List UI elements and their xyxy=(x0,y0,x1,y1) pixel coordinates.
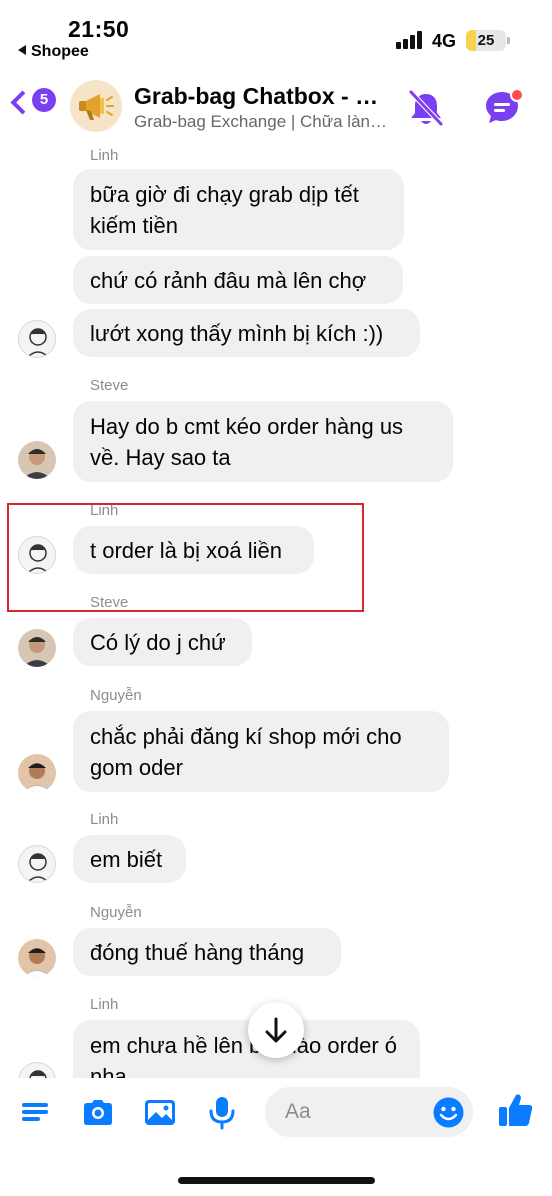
group-avatar[interactable] xyxy=(70,80,122,132)
message-list[interactable]: Linh bữa giờ đi chạy grab dịp tết kiếm t… xyxy=(0,144,552,1078)
battery-percent: 25 xyxy=(477,32,495,49)
status-time: 21:50 xyxy=(68,16,130,42)
threads-button[interactable] xyxy=(482,86,526,130)
message-bubble[interactable]: chứ có rảnh đâu mà lên chợ xyxy=(73,256,403,304)
message-bubble[interactable]: đóng thuế hàng tháng xyxy=(73,928,341,976)
avatar-steve[interactable] xyxy=(18,441,56,479)
status-bar: 21:50 Shopee 4G 25 xyxy=(0,0,552,66)
sender-name: Linh xyxy=(90,811,119,828)
back-button[interactable]: 5 xyxy=(10,86,60,126)
image-icon xyxy=(145,1100,175,1125)
back-triangle-icon xyxy=(18,45,26,55)
sender-name: Nguyễn xyxy=(90,904,142,921)
message-input[interactable] xyxy=(285,1097,425,1127)
sender-name: Linh xyxy=(90,147,119,164)
sender-name: Nguyễn xyxy=(90,687,142,704)
message-bubble[interactable]: chắc phải đăng kí shop mới cho gom oder xyxy=(73,711,449,792)
chat-title[interactable]: Grab-bag Chatbox - Cộng đồng Grab-bag xyxy=(134,83,388,110)
avatar-linh[interactable] xyxy=(18,845,56,883)
message-bubble[interactable]: em chưa hề lên bài nào order ó nha xyxy=(73,1020,420,1078)
microphone-icon xyxy=(209,1097,235,1130)
avatar-nguyen[interactable] xyxy=(18,939,56,977)
emoji-icon xyxy=(433,1097,464,1128)
arrow-down-icon xyxy=(265,1017,287,1043)
sender-name: Steve xyxy=(90,594,129,611)
battery-icon: 25 xyxy=(466,30,506,51)
like-button[interactable] xyxy=(496,1090,536,1130)
chat-threads-icon xyxy=(486,88,524,123)
avatar-steve[interactable] xyxy=(18,629,56,667)
battery-tip xyxy=(507,37,510,44)
network-label: 4G xyxy=(432,31,457,51)
megaphone-icon xyxy=(79,94,114,120)
avatar-nguyen[interactable] xyxy=(18,754,56,792)
message-input-pill[interactable] xyxy=(265,1087,473,1137)
message-bubble[interactable]: Hay do b cmt kéo order hàng us về. Hay s… xyxy=(73,401,453,482)
thumbs-up-icon xyxy=(499,1094,533,1126)
message-bubble[interactable]: em biết xyxy=(73,835,186,883)
message-bubble[interactable]: bữa giờ đi chạy grab dịp tết kiếm tiền xyxy=(73,169,404,250)
sender-name: Linh xyxy=(90,996,119,1013)
mute-button[interactable] xyxy=(404,86,448,130)
muted-bell-icon xyxy=(408,89,444,127)
camera-button[interactable] xyxy=(80,1094,116,1130)
unread-count-badge: 5 xyxy=(32,88,56,112)
back-app-label: Shopee xyxy=(31,43,89,60)
chat-header: 5 Grab-bag Chatbox - Cộng đồng Grab-bag … xyxy=(0,66,552,144)
message-bubble[interactable]: lướt xong thấy mình bị kích :)) xyxy=(73,309,420,357)
camera-icon xyxy=(84,1100,112,1125)
chat-subtitle[interactable]: Grab-bag Exchange | Chữa lành cộng đồng xyxy=(134,112,388,132)
emoji-button[interactable] xyxy=(432,1096,465,1129)
sender-name: Steve xyxy=(90,377,129,394)
voice-button[interactable] xyxy=(204,1094,240,1130)
gallery-button[interactable] xyxy=(142,1094,178,1130)
back-to-app-link[interactable]: Shopee xyxy=(18,43,89,61)
avatar-linh[interactable] xyxy=(18,1062,56,1078)
highlight-box xyxy=(7,503,364,612)
menu-button[interactable] xyxy=(18,1094,54,1130)
avatar-linh[interactable] xyxy=(18,320,56,358)
menu-icon xyxy=(22,1103,48,1121)
signal-icon xyxy=(396,31,424,49)
message-bubble[interactable]: Có lý do j chứ xyxy=(73,618,252,666)
home-indicator xyxy=(178,1177,375,1184)
composer-bar xyxy=(0,1078,552,1196)
scroll-to-bottom-button[interactable] xyxy=(248,1002,304,1058)
back-chevron-icon xyxy=(10,90,35,115)
